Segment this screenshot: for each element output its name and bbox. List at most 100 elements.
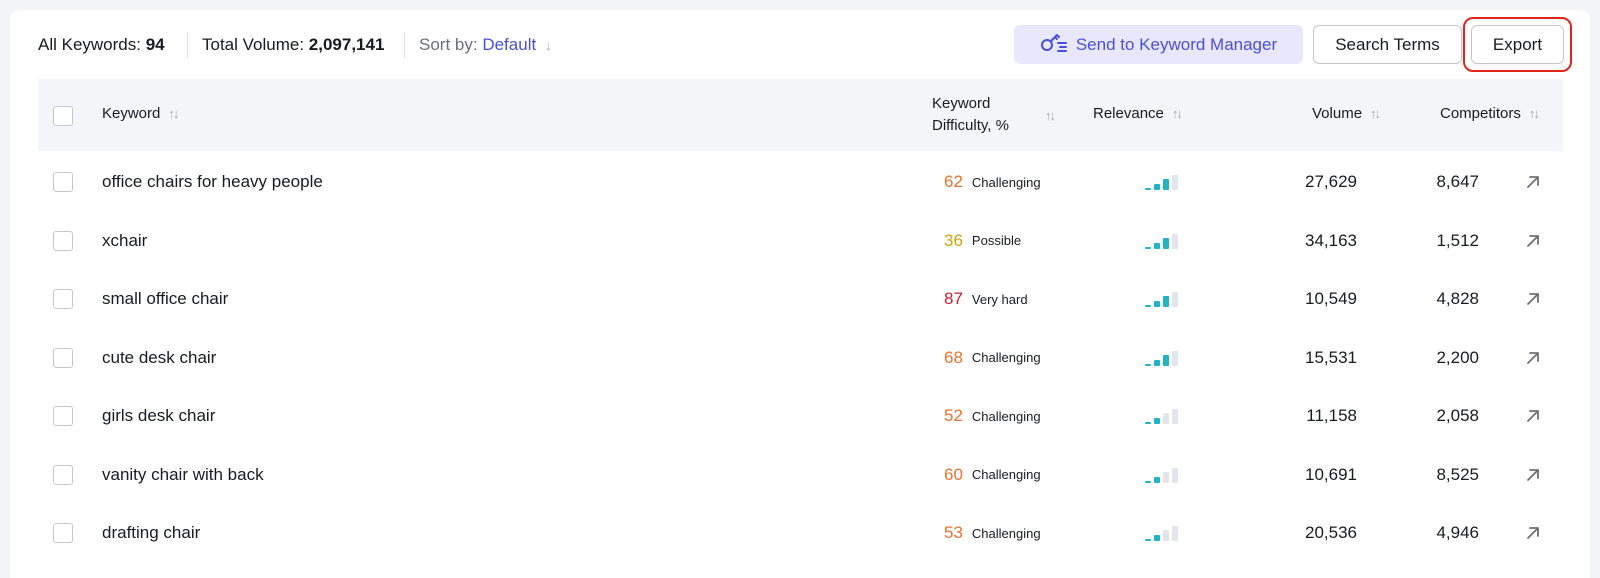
keyword-cell: girls desk chair (102, 406, 216, 425)
select-all-checkbox[interactable] (53, 106, 73, 126)
row-checkbox[interactable] (53, 523, 73, 543)
difficulty-label: Very hard (971, 291, 1028, 307)
relevance-bar (1154, 184, 1160, 190)
row-checkbox[interactable] (53, 289, 73, 309)
arrow-up-right-icon[interactable] (1523, 172, 1543, 192)
column-header-relevance[interactable]: Relevance ↑↓ (1093, 105, 1183, 122)
table-row: small office chair 87 Very hard 10,549 4,828 (38, 270, 1563, 328)
relevance-bar (1154, 301, 1160, 307)
keyword-cell: small office chair (102, 289, 229, 308)
difficulty-cell: 52 Challenging (944, 387, 1041, 445)
relevance-bar (1172, 409, 1178, 424)
row-checkbox[interactable] (53, 230, 73, 251)
arrow-up-right-icon[interactable] (1523, 289, 1543, 309)
difficulty-cell: 53 Challenging (944, 504, 1041, 562)
competitors-cell: 8,647 (1436, 172, 1479, 191)
volume-cell: 10,691 (1305, 464, 1357, 484)
search-terms-button[interactable]: Search Terms (1313, 25, 1462, 64)
arrow-up-right-icon[interactable] (1523, 465, 1543, 485)
difficulty-cell: 87 Very hard (944, 270, 1028, 328)
difficulty-value: 36 (944, 230, 963, 250)
difficulty-cell: 60 Challenging (944, 446, 1041, 504)
volume-cell: 15,531 (1305, 347, 1357, 367)
difficulty-cell: 62 Challenging (944, 153, 1041, 211)
sort-label: Sort by: (419, 35, 478, 54)
difficulty-value: 87 (944, 289, 963, 308)
relevance-bar (1163, 471, 1169, 483)
difficulty-label: Possible (971, 233, 1022, 248)
relevance-bar (1145, 188, 1151, 190)
export-button[interactable]: Export (1471, 25, 1564, 64)
relevance-indicator (1145, 270, 1178, 328)
volume-header-label: Volume (1312, 105, 1363, 122)
difficulty-header-label: Keyword (932, 95, 991, 112)
volume-cell: 11,158 (1306, 406, 1357, 425)
table-row: cute desk chair 68 Challenging 15,531 2,200 (38, 329, 1563, 387)
relevance-bar (1172, 292, 1178, 307)
relevance-bar (1154, 535, 1160, 541)
relevance-bar (1172, 526, 1178, 541)
column-header-volume[interactable]: Volume ↑↓ (1312, 105, 1381, 122)
column-header-keyword[interactable]: Keyword ↑↓ (102, 105, 179, 122)
competitors-header-label: Competitors (1440, 105, 1521, 122)
arrow-up-right-icon[interactable] (1523, 231, 1543, 251)
difficulty-cell: 68 Challenging (944, 329, 1041, 387)
all-keywords-count: 94 (145, 35, 165, 54)
relevance-indicator (1145, 212, 1178, 270)
relevance-bar (1163, 530, 1169, 541)
difficulty-value: 60 (944, 464, 963, 484)
row-checkbox[interactable] (53, 464, 73, 485)
table-row: vanity chair with back 60 Challenging 10,69… (38, 446, 1563, 504)
table-row: girls desk chair 52 Challenging 11,158 2,058 (38, 387, 1563, 445)
row-checkbox[interactable] (53, 406, 73, 426)
difficulty-value: 52 (944, 406, 963, 425)
sort-arrows-icon: ↑↓ (168, 106, 179, 121)
relevance-bar (1145, 246, 1151, 249)
difficulty-value: 62 (944, 172, 963, 191)
keyword-cell: drafting chair (102, 523, 201, 542)
send-to-keyword-manager-button[interactable]: Send to Keyword Manager (1014, 25, 1303, 64)
relevance-bar (1154, 418, 1160, 424)
sort-dropdown[interactable]: Sort by: Default ↓ (419, 34, 551, 57)
keyword-cell: cute desk chair (102, 347, 217, 367)
arrow-up-right-icon[interactable] (1523, 406, 1543, 426)
arrow-up-right-icon[interactable] (1523, 348, 1543, 368)
volume-cell: 34,163 (1305, 230, 1357, 250)
competitors-cell: 8,525 (1436, 464, 1479, 484)
column-header-competitors[interactable]: Competitors ↑↓ (1440, 105, 1540, 122)
relevance-bar (1172, 350, 1178, 366)
row-checkbox[interactable] (53, 347, 73, 368)
relevance-bar (1145, 539, 1151, 541)
competitors-cell: 2,200 (1436, 347, 1479, 367)
relevance-indicator (1145, 329, 1178, 387)
keyword-cell: office chairs for heavy people (102, 172, 323, 191)
difficulty-value: 68 (944, 347, 963, 367)
column-header-difficulty[interactable]: Keyword Difficulty, % ↑↓ (932, 93, 1056, 137)
sort-arrows-icon: ↑↓ (1528, 106, 1540, 121)
volume-cell: 20,536 (1305, 523, 1357, 542)
keyword-manager-icon (1040, 30, 1068, 59)
table-row: office chairs for heavy people 62 Challeng… (38, 153, 1563, 211)
relevance-bar (1145, 363, 1151, 366)
difficulty-label: Challenging (971, 408, 1041, 424)
divider (187, 32, 188, 58)
volume-cell: 27,629 (1305, 172, 1357, 191)
relevance-indicator (1145, 387, 1178, 445)
difficulty-value: 53 (944, 523, 963, 542)
difficulty-header-label-2: Difficulty, % (932, 117, 1009, 134)
row-checkbox[interactable] (53, 172, 73, 192)
keyword-header-label: Keyword (102, 105, 161, 122)
difficulty-cell: 36 Possible (944, 212, 1021, 270)
relevance-indicator (1145, 153, 1178, 211)
competitors-cell: 1,512 (1436, 230, 1479, 250)
total-volume-label: Total Volume: (202, 35, 305, 54)
relevance-bar (1163, 354, 1169, 366)
arrow-down-icon: ↓ (544, 38, 552, 53)
difficulty-label: Challenging (971, 467, 1041, 482)
arrow-up-right-icon[interactable] (1523, 523, 1543, 543)
relevance-bar (1172, 233, 1178, 249)
relevance-bar (1154, 242, 1160, 249)
relevance-bar (1163, 179, 1169, 190)
table-row: xchair 36 Possible 34,163 1,512 (38, 212, 1563, 270)
keyword-cell: vanity chair with back (102, 464, 264, 484)
